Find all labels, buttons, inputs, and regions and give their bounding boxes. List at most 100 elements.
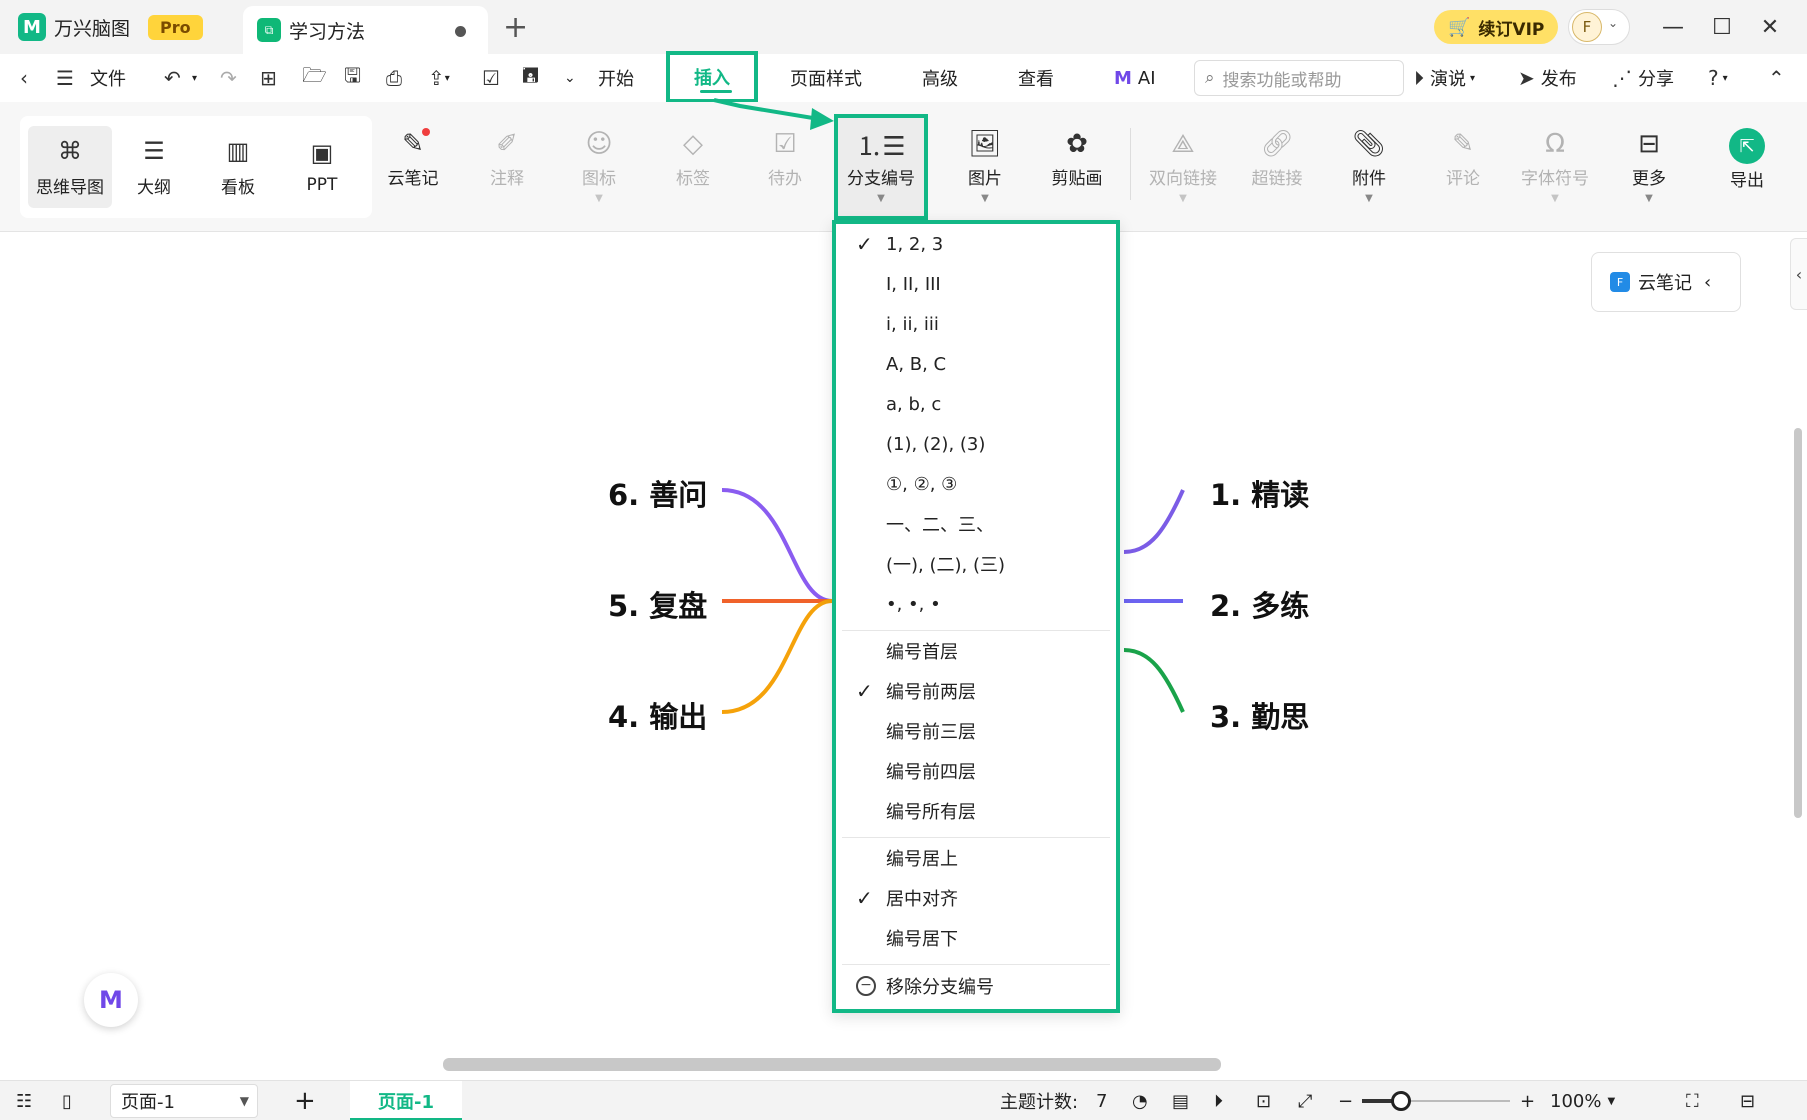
document-tab[interactable]: ⧉ 学习方法 bbox=[243, 6, 488, 54]
publish-button[interactable]: ➤ 发布 bbox=[1518, 54, 1577, 102]
present-button[interactable]: ⏵ 演说 ▾ bbox=[1414, 54, 1475, 102]
redo-icon[interactable]: ↷ bbox=[220, 54, 237, 102]
zoom-slider-handle[interactable] bbox=[1391, 1091, 1411, 1111]
tag-button[interactable]: ◇ 标签 bbox=[650, 124, 736, 214]
numbering-format-option[interactable]: I, II, III bbox=[836, 266, 1116, 302]
minimize-icon[interactable]: — bbox=[1656, 10, 1690, 44]
fit-screen-icon[interactable]: ⤢ bbox=[1298, 1081, 1312, 1120]
remove-numbering-option[interactable]: − 移除分支编号 bbox=[836, 968, 1116, 1004]
numbering-format-option[interactable]: ✓ 1, 2, 3 bbox=[836, 226, 1116, 262]
menu-insert[interactable]: 插入 bbox=[666, 51, 758, 103]
comment-button[interactable]: ✎ 评论 bbox=[1420, 124, 1506, 214]
share-button[interactable]: ⋰ 分享 bbox=[1612, 54, 1674, 102]
panel-split-icon[interactable]: ⊟ bbox=[1740, 1081, 1755, 1120]
icon-button[interactable]: ☺ 图标 ▼ bbox=[556, 124, 642, 214]
ai-assistant-float-icon[interactable]: M bbox=[84, 973, 138, 1027]
pie-theme-icon[interactable]: ◔ bbox=[1132, 1081, 1148, 1120]
todo-button[interactable]: ☑ 待办 bbox=[742, 124, 828, 214]
numbering-format-option[interactable]: •, •, • bbox=[836, 586, 1116, 622]
play-slideshow-icon[interactable]: ⏵ bbox=[1214, 1081, 1223, 1120]
save-icon[interactable]: 🖫 bbox=[344, 54, 361, 102]
chevron-down-icon[interactable]: ⌄ bbox=[1608, 16, 1618, 30]
page-tab[interactable]: 页面-1 bbox=[350, 1081, 462, 1120]
view-mindmap-button[interactable]: ⌘ 思维导图 bbox=[28, 126, 112, 208]
help-icon[interactable]: ? ▾ bbox=[1708, 54, 1728, 102]
horizontal-scrollbar[interactable] bbox=[443, 1058, 1221, 1071]
collapse-ribbon-icon[interactable]: ⌃ bbox=[1768, 54, 1785, 102]
more-button[interactable]: ⊟ 更多 ▼ bbox=[1606, 124, 1692, 214]
save-as-icon[interactable]: 🖪 bbox=[522, 54, 539, 102]
view-kanban-button[interactable]: ▥ 看板 bbox=[196, 126, 280, 208]
search-input[interactable]: ⌕ 搜索功能或帮助 bbox=[1194, 60, 1404, 96]
topic-node-2[interactable]: 2. 多练 bbox=[1210, 583, 1309, 625]
menu-advanced[interactable]: 高级 bbox=[922, 54, 958, 102]
numbering-level-option[interactable]: 编号首层 bbox=[836, 633, 1116, 669]
unsaved-dot-icon[interactable] bbox=[455, 26, 466, 37]
numbering-format-option[interactable]: (一), (二), (三) bbox=[836, 546, 1116, 582]
avatar[interactable]: F bbox=[1572, 12, 1602, 42]
topic-node-4[interactable]: 4. 输出 bbox=[608, 694, 707, 736]
numbering-level-option[interactable]: ✓ 编号前两层 bbox=[836, 673, 1116, 709]
topic-node-1[interactable]: 1. 精读 bbox=[1210, 472, 1309, 514]
topic-node-6[interactable]: 6. 善问 bbox=[608, 472, 707, 514]
numbering-level-option[interactable]: 编号前四层 bbox=[836, 753, 1116, 789]
note-button[interactable]: ✐ 注释 bbox=[464, 124, 550, 214]
attachment-button[interactable]: 📎︎ 附件 ▼ bbox=[1326, 124, 1412, 214]
view-outline-button[interactable]: ☰ 大纲 bbox=[112, 126, 196, 208]
zoom-out-icon[interactable]: − bbox=[1338, 1081, 1353, 1120]
close-icon[interactable]: ✕ bbox=[1753, 10, 1787, 44]
numbering-format-option[interactable]: ①, ②, ③ bbox=[836, 466, 1116, 502]
export-share-icon[interactable]: ⇪ ▾ bbox=[428, 54, 450, 102]
side-panel-toggle-chevron-left-icon[interactable]: ‹ bbox=[1790, 238, 1807, 310]
menu-view[interactable]: 查看 bbox=[1018, 54, 1054, 102]
renew-vip-button[interactable]: 🛒 续订VIP bbox=[1434, 10, 1559, 44]
zoom-level[interactable]: 100% ▼ bbox=[1550, 1081, 1615, 1120]
page-list-icon[interactable]: ☷ bbox=[16, 1081, 32, 1120]
branch-numbering-button[interactable]: ⒈☰ 分支编号 ▼ bbox=[834, 114, 928, 220]
numbering-level-option[interactable]: 编号所有层 bbox=[836, 793, 1116, 829]
numbering-format-option[interactable]: i, ii, iii bbox=[836, 306, 1116, 342]
fullscreen-icon[interactable]: ⛶ bbox=[1686, 1081, 1699, 1120]
menu-ai[interactable]: M AI bbox=[1114, 54, 1156, 102]
numbering-format-option[interactable]: (1), (2), (3) bbox=[836, 426, 1116, 462]
numbering-format-option[interactable]: 一、二、三、 bbox=[836, 506, 1116, 542]
menu-start[interactable]: 开始 bbox=[598, 54, 634, 102]
topic-node-3[interactable]: 3. 勤思 bbox=[1210, 694, 1309, 736]
numbering-level-option[interactable]: 编号前三层 bbox=[836, 713, 1116, 749]
undo-icon[interactable]: ↶ bbox=[164, 54, 181, 102]
slide-view-icon[interactable]: ▯ bbox=[62, 1081, 72, 1120]
numbering-format-option[interactable]: A, B, C bbox=[836, 346, 1116, 382]
vertical-scrollbar[interactable] bbox=[1794, 428, 1802, 818]
view-ppt-button[interactable]: ▣ PPT bbox=[280, 126, 364, 208]
pro-badge[interactable]: Pro bbox=[148, 14, 203, 40]
quick-access-dropdown-icon[interactable]: ⌄ bbox=[564, 54, 576, 102]
maximize-icon[interactable]: ☐ bbox=[1705, 10, 1739, 44]
cloud-note-button[interactable]: ✎ 云笔记 bbox=[370, 124, 456, 214]
page-select[interactable]: 页面-1 ▼ bbox=[110, 1084, 258, 1118]
export-button[interactable]: ⇱ 导出 bbox=[1704, 126, 1790, 216]
open-folder-icon[interactable]: 🗁 bbox=[302, 54, 327, 102]
file-menu[interactable]: 文件 bbox=[90, 54, 126, 102]
print-icon[interactable]: ⎙ bbox=[386, 54, 402, 102]
back-icon[interactable]: ‹ bbox=[20, 54, 28, 102]
numbering-alignment-option[interactable]: 编号居下 bbox=[836, 920, 1116, 956]
numbering-format-option[interactable]: a, b, c bbox=[836, 386, 1116, 422]
bilink-button[interactable]: ⟁ 双向链接 ▼ bbox=[1140, 124, 1226, 214]
checkbox-export-icon[interactable]: ☑ bbox=[482, 54, 500, 102]
cloud-note-panel-toggle[interactable]: F 云笔记 ‹ bbox=[1591, 252, 1741, 312]
image-button[interactable]: 🖼 图片 ▼ bbox=[942, 124, 1028, 214]
clipart-button[interactable]: ✿ 剪贴画 bbox=[1034, 124, 1120, 214]
app-home-tab[interactable]: M 万兴脑图 Pro bbox=[18, 0, 240, 54]
add-page-plus-icon[interactable]: + bbox=[294, 1081, 316, 1120]
numbering-alignment-option[interactable]: 编号居上 bbox=[836, 840, 1116, 876]
undo-dropdown-icon[interactable]: ▾ bbox=[192, 54, 197, 102]
hyperlink-button[interactable]: 🔗︎ 超链接 bbox=[1234, 124, 1320, 214]
new-tab-plus-icon[interactable]: + bbox=[503, 10, 528, 45]
fit-page-icon[interactable]: ⊡ bbox=[1256, 1081, 1271, 1120]
new-file-icon[interactable]: ⊞ bbox=[260, 54, 277, 102]
numbering-alignment-option[interactable]: ✓ 居中对齐 bbox=[836, 880, 1116, 916]
zoom-in-icon[interactable]: + bbox=[1520, 1081, 1535, 1120]
topic-node-5[interactable]: 5. 复盘 bbox=[608, 583, 707, 625]
hamburger-menu-icon[interactable]: ☰ bbox=[56, 54, 74, 102]
symbol-button[interactable]: Ω 字体符号 ▼ bbox=[1512, 124, 1598, 214]
